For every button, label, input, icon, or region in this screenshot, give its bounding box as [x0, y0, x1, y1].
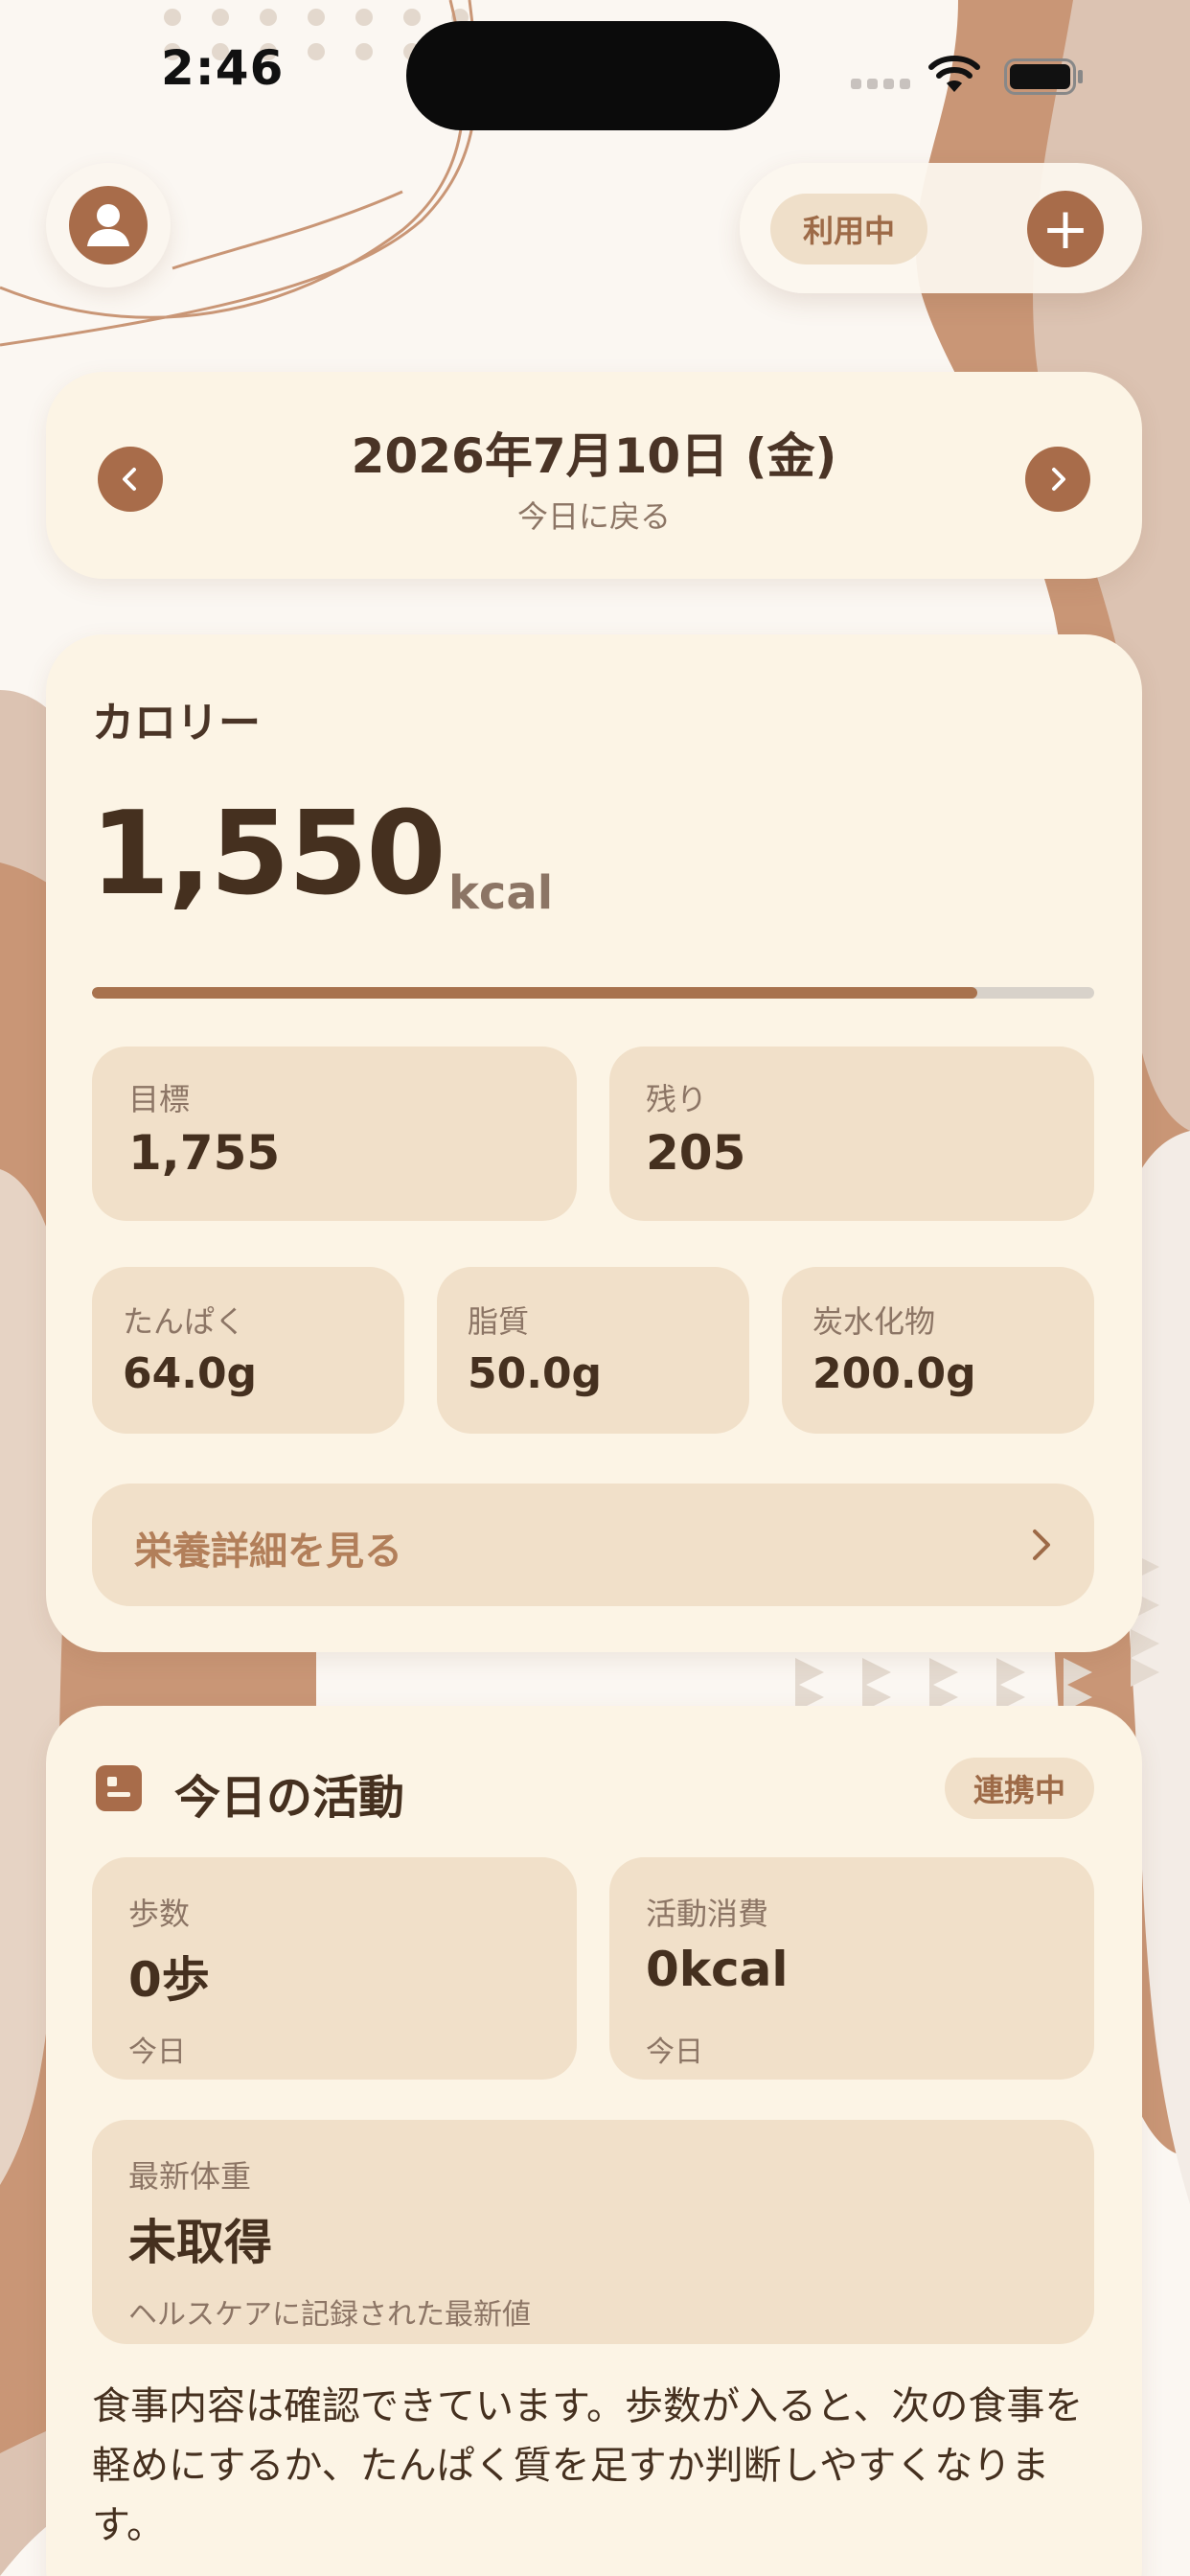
remaining-tile: 残り 205 — [609, 1046, 1094, 1221]
macro-label: 脂質 — [468, 1303, 530, 1340]
activity-icon — [96, 1765, 142, 1811]
status-time: 2:46 — [161, 40, 285, 96]
date-title: 2026年7月10日 (金) — [351, 428, 837, 484]
weight-value: 未取得 — [128, 2215, 272, 2270]
calorie-title: カロリー — [92, 699, 261, 748]
date-navigation-card: 2026年7月10日 (金) 今日に戻る — [46, 372, 1142, 579]
chevron-right-icon — [1052, 468, 1065, 491]
steps-tile: 歩数 0歩 今日 — [92, 1857, 577, 2080]
next-day-button[interactable] — [1025, 447, 1090, 512]
macro-tile-carbs: 炭水化物 200.0g — [782, 1267, 1094, 1434]
active-burn-label: 活動消費 — [646, 1896, 769, 1932]
steps-note: 今日 — [128, 2036, 186, 2069]
macro-tile-fat: 脂質 50.0g — [437, 1267, 749, 1434]
active-burn-value: 0kcal — [646, 1942, 789, 1997]
goal-value: 1,755 — [128, 1125, 281, 1181]
macro-value: 50.0g — [468, 1349, 603, 1398]
macro-value: 200.0g — [812, 1349, 976, 1398]
avatar — [69, 186, 148, 264]
battery-icon — [1004, 58, 1083, 95]
status-indicators — [851, 56, 1090, 96]
macro-label: 炭水化物 — [812, 1303, 936, 1340]
person-icon — [87, 204, 129, 246]
weight-tile: 最新体重 未取得 ヘルスケアに記録された最新値 — [92, 2120, 1094, 2344]
remaining-label: 残り — [646, 1081, 708, 1117]
add-button[interactable]: + — [1027, 191, 1104, 267]
calorie-progress-bar — [92, 987, 1094, 999]
macro-tile-protein: たんぱく 64.0g — [92, 1267, 404, 1434]
cellular-icon — [851, 79, 910, 89]
steps-label: 歩数 — [128, 1896, 191, 1932]
weight-note: ヘルスケアに記録された最新値 — [128, 2298, 531, 2332]
active-burn-note: 今日 — [646, 2036, 703, 2069]
chevron-right-icon — [1033, 1530, 1050, 1560]
active-burn-tile: 活動消費 0kcal 今日 — [609, 1857, 1094, 2080]
nutrition-detail-label: 栄養詳細を見る — [134, 1530, 402, 1574]
macro-value: 64.0g — [123, 1349, 258, 1398]
activity-title: 今日の活動 — [174, 1771, 405, 1825]
calorie-progress-fill — [92, 987, 977, 999]
dynamic-island — [406, 21, 780, 130]
macro-label: たんぱく — [123, 1303, 246, 1340]
calorie-value: 1,550 — [90, 788, 446, 921]
wifi-icon — [928, 56, 980, 92]
steps-value: 0歩 — [128, 1952, 210, 2008]
profile-button[interactable] — [46, 163, 171, 288]
calorie-unit: kcal — [448, 866, 554, 920]
activity-description: 食事内容は確認できています。歩数が入ると、次の食事を軽めにするか、たんぱく質を足… — [92, 2384, 1084, 2547]
calorie-card: カロリー 1,550 kcal 目標 1,755 残り 205 たんぱく 64.… — [46, 634, 1142, 1652]
back-to-today-link[interactable]: 今日に戻る — [46, 493, 1142, 537]
nutrition-detail-button[interactable]: 栄養詳細を見る — [92, 1484, 1094, 1606]
activity-card: 今日の活動 連携中 歩数 0歩 今日 活動消費 0kcal 今日 最新体重 未取… — [46, 1706, 1142, 2576]
top-action-pill: 利用中 + — [740, 163, 1142, 293]
goal-tile: 目標 1,755 — [92, 1046, 577, 1221]
linked-status-badge: 連携中 — [945, 1758, 1094, 1819]
usage-status-badge[interactable]: 利用中 — [770, 194, 927, 264]
remaining-value: 205 — [646, 1125, 746, 1181]
weight-label: 最新体重 — [128, 2158, 252, 2195]
goal-label: 目標 — [128, 1081, 191, 1117]
